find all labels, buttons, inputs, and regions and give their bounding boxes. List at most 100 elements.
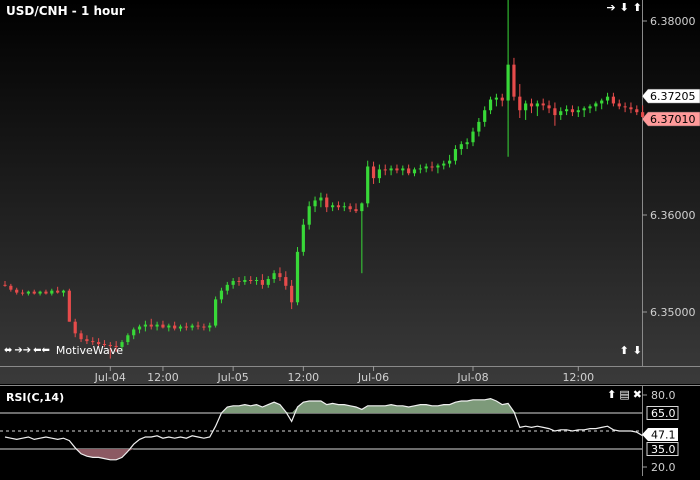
candle-body <box>553 108 557 116</box>
candle-body <box>266 279 270 285</box>
candle-body <box>576 110 580 113</box>
candle-body <box>143 324 147 327</box>
rsi-chart[interactable]: 80.0 65.0 47.1 35.0 20.0 <box>0 385 700 476</box>
arrow-up-icon[interactable]: ⬆ <box>620 345 629 357</box>
time-tick-label: 12:00 <box>562 371 594 384</box>
candle-body <box>459 144 463 150</box>
candle-body <box>50 290 54 294</box>
arrow-down-icon[interactable]: ⬇ <box>620 2 629 14</box>
candle-body <box>9 285 13 290</box>
chart-nav-bottom: ⬆ ⬇ <box>620 345 642 357</box>
candle-body <box>190 325 194 328</box>
candle-body <box>278 273 282 278</box>
candle-body <box>161 324 165 328</box>
candle-body <box>20 292 25 294</box>
candle-body <box>260 279 264 285</box>
candle-body <box>73 321 77 334</box>
chart-title: USD/CNH - 1 hour <box>6 4 125 18</box>
candle-body <box>442 163 446 166</box>
candle-body <box>126 335 130 343</box>
time-tick-label: 12:00 <box>147 371 179 384</box>
scroll-left-icon[interactable]: ⬅⬅ <box>33 345 50 356</box>
candle-body <box>611 96 615 104</box>
candle-body <box>436 165 440 168</box>
candle-body <box>488 99 493 111</box>
candle-body <box>219 290 224 300</box>
candle-body <box>389 168 393 171</box>
candle-body <box>594 103 598 107</box>
candle-body <box>173 325 177 329</box>
candle-body <box>588 106 592 109</box>
rsi-current-text: 47.1 <box>651 428 676 441</box>
candle-body <box>67 290 71 322</box>
price-chart-panel: 6.38000 6.36000 6.35000 Jul-04 12:00 Jul-05 12… <box>0 0 700 384</box>
candle-body <box>582 108 586 111</box>
candle-body <box>3 284 7 286</box>
candle-body <box>91 341 95 343</box>
candle-body <box>237 280 241 282</box>
candle-body <box>348 206 352 210</box>
candle-body <box>629 107 633 110</box>
candle-body <box>383 169 387 171</box>
arrow-right-icon[interactable]: ➔ <box>606 2 615 14</box>
candle-body <box>243 279 247 282</box>
candle-body <box>424 166 428 169</box>
candle-body <box>272 273 276 280</box>
candle-body <box>377 169 381 179</box>
candle-body <box>418 168 422 170</box>
candle-body <box>407 168 411 174</box>
chart-background <box>0 0 700 384</box>
candle-body <box>137 326 142 330</box>
arrow-up-icon[interactable]: ⬆ <box>633 2 642 14</box>
candle-body <box>15 289 19 293</box>
candle-body <box>231 280 235 285</box>
candle-body <box>477 121 481 132</box>
candle-body <box>202 326 206 328</box>
brand-bar: ⬌ ➔➔ ⬅⬅ MotiveWave <box>4 344 123 357</box>
expand-horizontal-icon[interactable]: ⬌ <box>4 345 12 356</box>
candle-body <box>565 109 569 112</box>
candle-body <box>208 325 212 328</box>
arrow-down-icon[interactable]: ⬇ <box>633 345 642 357</box>
arrow-up-icon[interactable]: ⬆ <box>607 389 616 401</box>
candle-body <box>149 324 153 327</box>
candle-body <box>605 96 610 101</box>
candle-body <box>412 169 417 174</box>
candle-body <box>178 326 183 329</box>
candle-body <box>541 103 545 106</box>
price-chart[interactable]: 6.38000 6.36000 6.35000 Jul-04 12:00 Jul-05 12… <box>0 0 700 384</box>
candle-body <box>196 325 200 327</box>
candle-body <box>483 110 487 122</box>
candle-body <box>44 291 48 294</box>
candle-body <box>225 284 229 291</box>
candle-body <box>167 325 171 328</box>
candle-body <box>430 166 434 168</box>
candle-body <box>284 277 288 286</box>
candle-body <box>79 333 83 340</box>
chart-window: 6.38000 6.36000 6.35000 Jul-04 12:00 Jul-05 12… <box>0 0 700 476</box>
candle-body <box>38 291 42 294</box>
candle-body <box>371 166 376 179</box>
close-icon[interactable]: ✖ <box>633 389 642 401</box>
candle-body <box>570 109 575 113</box>
candle-body <box>85 339 89 342</box>
candle-body <box>547 105 551 109</box>
candle-body <box>395 168 399 171</box>
candle-body <box>132 329 136 336</box>
price-label-text: 6.37205 <box>650 90 696 103</box>
price-tick-label: 6.35000 <box>650 306 696 319</box>
price-tick-label: 6.36000 <box>650 209 696 222</box>
candle-body <box>290 285 294 303</box>
candle-body <box>559 111 563 116</box>
time-tick-label: Jul-05 <box>217 371 249 384</box>
candle-body <box>32 291 36 294</box>
scroll-right-icon[interactable]: ➔➔ <box>14 345 31 356</box>
panel-menu-icon[interactable]: ▤ <box>619 389 629 401</box>
candle-body <box>61 290 66 293</box>
candle-body <box>319 197 323 201</box>
rsi-current-label: 47.1 <box>642 427 678 441</box>
candle-body <box>465 142 469 145</box>
candle-body <box>313 200 317 207</box>
candle-body <box>155 324 159 327</box>
candle-body <box>641 112 645 118</box>
